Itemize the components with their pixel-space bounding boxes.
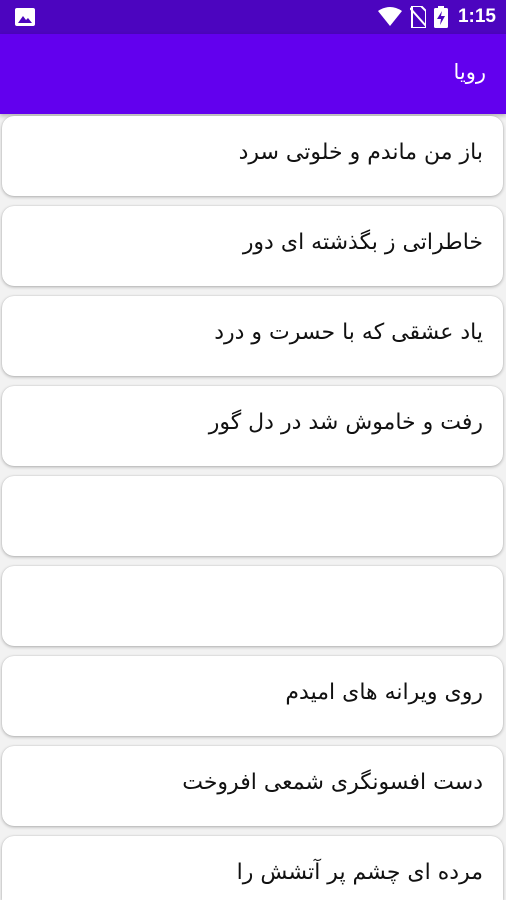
list-item-text: باز من ماندم و خلوتی سرد <box>238 140 483 165</box>
list-item[interactable]: رفت و خاموش شد در دل گور <box>2 386 503 466</box>
image-icon <box>15 8 35 26</box>
list-item[interactable]: باز من ماندم و خلوتی سرد <box>2 116 503 196</box>
status-bar: 1:15 <box>0 0 506 34</box>
list-item-text: رفت و خاموش شد در دل گور <box>208 410 483 435</box>
list-item-text: دست افسونگری شمعی افروخت <box>182 770 483 795</box>
list-item-text: مرده ای چشم پر آتشش را <box>236 860 483 885</box>
list-item[interactable] <box>2 476 503 556</box>
app-bar: رویا <box>0 34 506 114</box>
app-title: رویا <box>453 60 486 84</box>
status-time: 1:15 <box>457 6 496 27</box>
no-sim-icon <box>409 6 426 28</box>
list-item-text: روی ویرانه های امیدم <box>285 680 483 705</box>
list-item[interactable]: روی ویرانه های امیدم <box>2 656 503 736</box>
battery-charging-icon <box>433 6 448 28</box>
status-icons: 1:15 <box>377 6 496 28</box>
list-item[interactable]: دست افسونگری شمعی افروخت <box>2 746 503 826</box>
list-item-text: یاد عشقی که با حسرت و درد <box>214 320 483 345</box>
list-item[interactable]: یاد عشقی که با حسرت و درد <box>2 296 503 376</box>
list-item[interactable]: خاطراتی ز بگذشته ای دور <box>2 206 503 286</box>
list-item-text: خاطراتی ز بگذشته ای دور <box>242 230 483 255</box>
wifi-icon <box>377 7 402 26</box>
list-item[interactable] <box>2 566 503 646</box>
list-item[interactable]: مرده ای چشم پر آتشش را <box>2 836 503 900</box>
